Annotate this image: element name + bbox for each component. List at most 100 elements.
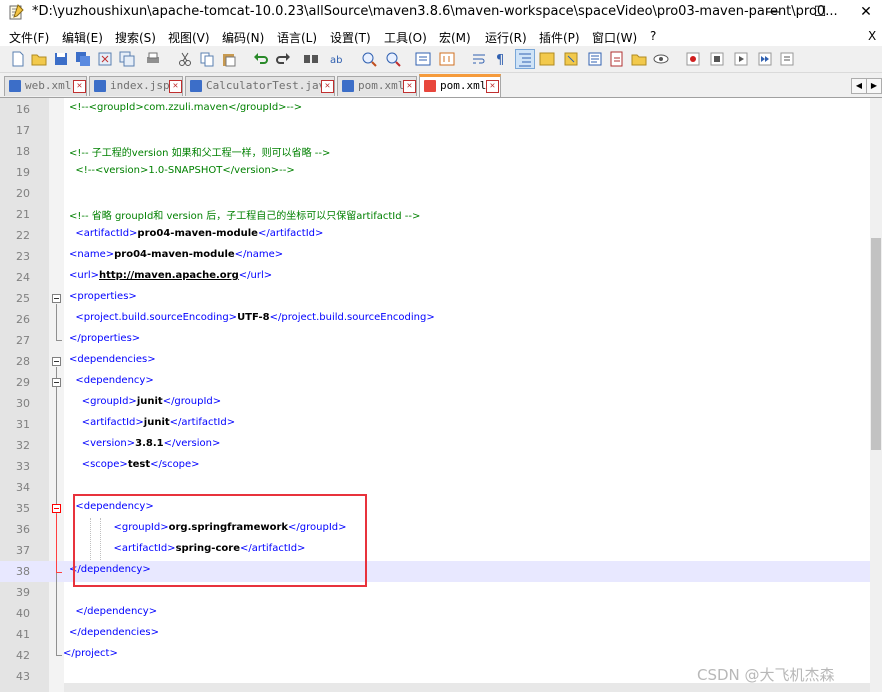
- function-list-icon[interactable]: [562, 50, 580, 68]
- code-line[interactable]: 41 </dependencies>: [0, 624, 870, 645]
- menu-plugins[interactable]: 插件(P): [539, 29, 580, 46]
- code-editor[interactable]: 16 <!--<groupId>com.zzuli.maven</groupId>…: [0, 98, 870, 692]
- tab-close-icon[interactable]: ✕: [321, 80, 334, 93]
- minimize-button[interactable]: —: [750, 0, 796, 26]
- pdf-export-icon[interactable]: [608, 50, 626, 68]
- fold-collapse-icon[interactable]: [52, 294, 61, 303]
- code-line[interactable]: 33 <scope>test</scope>: [0, 456, 870, 477]
- stop-macro-icon[interactable]: [708, 50, 726, 68]
- menu-settings[interactable]: 设置(T): [330, 29, 371, 46]
- copy-icon[interactable]: [198, 50, 216, 68]
- fold-collapse-icon[interactable]: [52, 357, 61, 366]
- close-document-button[interactable]: X: [868, 29, 876, 43]
- menu-run[interactable]: 运行(R): [485, 29, 527, 46]
- code-line[interactable]: 16 <!--<groupId>com.zzuli.maven</groupId>…: [0, 99, 870, 120]
- code-line[interactable]: 19 <!--<version>1.0-SNAPSHOT</version>--…: [0, 162, 870, 183]
- xml-value: http://maven.apache.org: [99, 270, 239, 281]
- tab-web-xml[interactable]: web.xml ✕: [4, 76, 87, 96]
- line-number: 36: [16, 523, 30, 536]
- save-all-icon[interactable]: [74, 50, 92, 68]
- tab-close-icon[interactable]: ✕: [73, 80, 86, 93]
- code-line[interactable]: 31 <artifactId>junit</artifactId>: [0, 414, 870, 435]
- xml-tag: </project>: [63, 648, 118, 659]
- tab-label: index.jsp: [110, 79, 170, 92]
- open-file-icon[interactable]: [30, 50, 48, 68]
- xml-value: 3.8.1: [135, 438, 164, 449]
- code-line[interactable]: 22 <artifactId>pro04-maven-module</artif…: [0, 225, 870, 246]
- tab-close-icon[interactable]: ✕: [486, 80, 499, 93]
- find-icon[interactable]: [302, 50, 320, 68]
- code-line[interactable]: 30 <groupId>junit</groupId>: [0, 393, 870, 414]
- code-line[interactable]: 21 <!-- 省略 groupId和 version 后，子工程自己的坐标可以只…: [0, 204, 870, 225]
- code-line[interactable]: 26 <project.build.sourceEncoding>UTF-8</…: [0, 309, 870, 330]
- tab-pom-xml[interactable]: pom.xml ✕: [337, 76, 417, 96]
- cut-icon[interactable]: [176, 50, 194, 68]
- close-all-icon[interactable]: [118, 50, 136, 68]
- code-line[interactable]: 29 <dependency>: [0, 372, 870, 393]
- run-macro-multiple-icon[interactable]: [756, 50, 774, 68]
- menu-view[interactable]: 视图(V): [168, 29, 210, 46]
- vertical-scroll-thumb[interactable]: [871, 238, 881, 450]
- tab-index-jsp[interactable]: index.jsp ✕: [89, 76, 183, 96]
- tab-label: web.xml: [25, 79, 72, 92]
- show-all-chars-icon[interactable]: ¶: [492, 50, 510, 68]
- menu-macro[interactable]: 宏(M): [439, 29, 471, 46]
- tab-pom-xml-active[interactable]: pom.xml ✕: [419, 74, 501, 97]
- menu-window[interactable]: 窗口(W): [592, 29, 637, 46]
- monitor-icon[interactable]: [652, 50, 670, 68]
- sync-v-icon[interactable]: [414, 50, 432, 68]
- code-line[interactable]: 17: [0, 120, 870, 141]
- close-window-button[interactable]: ✕: [843, 0, 882, 26]
- maximize-button[interactable]: ☐: [797, 0, 843, 26]
- code-line[interactable]: 18 <!-- 子工程的version 如果和父工程一样，则可以省略 -->: [0, 141, 870, 162]
- tab-close-icon[interactable]: ✕: [169, 80, 182, 93]
- undo-icon[interactable]: [252, 50, 270, 68]
- print-icon[interactable]: [144, 50, 162, 68]
- xml-tag: <dependencies>: [69, 354, 156, 365]
- code-line[interactable]: 20: [0, 183, 870, 204]
- tab-scroll-left-button[interactable]: ◀: [851, 78, 867, 94]
- menu-edit[interactable]: 编辑(E): [62, 29, 103, 46]
- play-macro-icon[interactable]: [732, 50, 750, 68]
- tab-close-icon[interactable]: ✕: [403, 80, 416, 93]
- menu-tools[interactable]: 工具(O): [384, 29, 427, 46]
- folder-workspace-icon[interactable]: [586, 50, 604, 68]
- word-wrap-icon[interactable]: [470, 50, 488, 68]
- menu-file[interactable]: 文件(F): [9, 29, 49, 46]
- redo-icon[interactable]: [274, 50, 292, 68]
- replace-icon[interactable]: ab: [328, 50, 346, 68]
- fold-collapse-icon[interactable]: [52, 378, 61, 387]
- code-line[interactable]: 40 </dependency>: [0, 603, 870, 624]
- save-icon[interactable]: [52, 50, 70, 68]
- menu-search[interactable]: 搜索(S): [115, 29, 156, 46]
- zoom-in-icon[interactable]: [360, 50, 378, 68]
- folder-icon[interactable]: [630, 50, 648, 68]
- vertical-scrollbar[interactable]: [870, 98, 882, 692]
- code-line[interactable]: 28 <dependencies>: [0, 351, 870, 372]
- tab-label: pom.xml: [440, 79, 487, 92]
- doc-map-icon[interactable]: [538, 50, 556, 68]
- tab-calculatortest-java[interactable]: CalculatorTest.java ✕: [185, 76, 335, 96]
- code-line[interactable]: 23 <name>pro04-maven-module</name>: [0, 246, 870, 267]
- menu-help[interactable]: ?: [650, 29, 656, 43]
- paste-icon[interactable]: [220, 50, 238, 68]
- code-line[interactable]: 32 <version>3.8.1</version>: [0, 435, 870, 456]
- menu-encoding[interactable]: 编码(N): [222, 29, 264, 46]
- close-icon[interactable]: [96, 50, 114, 68]
- svg-text:ab: ab: [330, 55, 342, 66]
- code-line[interactable]: 27 </properties>: [0, 330, 870, 351]
- code-line[interactable]: 24 <url>http://maven.apache.org</url>: [0, 267, 870, 288]
- sync-h-icon[interactable]: [438, 50, 456, 68]
- menu-language[interactable]: 语言(L): [277, 29, 317, 46]
- toolbar: ab ¶: [0, 46, 882, 73]
- tab-scroll-right-button[interactable]: ▶: [866, 78, 882, 94]
- xml-tag: </dependency>: [69, 606, 158, 617]
- code-line[interactable]: 42 </project>: [0, 645, 870, 666]
- fold-collapse-icon[interactable]: [52, 504, 61, 513]
- save-macro-icon[interactable]: [778, 50, 796, 68]
- zoom-out-icon[interactable]: [384, 50, 402, 68]
- record-macro-icon[interactable]: [684, 50, 702, 68]
- indent-guide-icon[interactable]: [515, 49, 535, 69]
- code-line[interactable]: 25 <properties>: [0, 288, 870, 309]
- new-file-icon[interactable]: [9, 50, 27, 68]
